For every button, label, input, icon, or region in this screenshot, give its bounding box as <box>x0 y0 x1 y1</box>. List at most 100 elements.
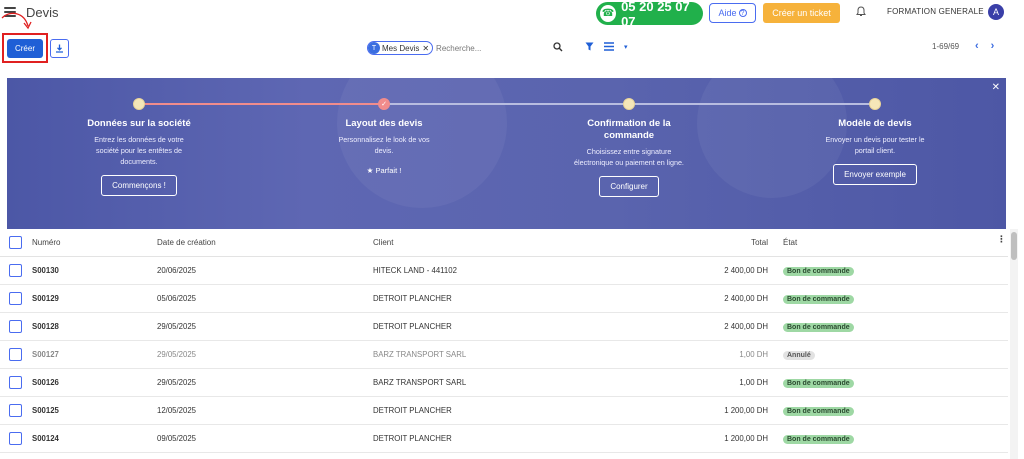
create-ticket-button[interactable]: Créer un ticket <box>763 3 840 23</box>
state-cell: Bon de commande <box>783 434 854 444</box>
client-name: BARZ TRANSPORT SARL <box>373 350 467 359</box>
row-checkbox[interactable] <box>9 404 22 417</box>
client-name: DETROIT PLANCHER <box>373 294 452 303</box>
onboarding-banner: ✕ ✓ Données sur la société Entrez les do… <box>7 78 1006 229</box>
search-facet[interactable]: T Mes Devis ✕ <box>367 41 434 55</box>
top-bar: Devis ☎ 05 20 25 07 07 Aide ? Créer un t… <box>0 0 1024 29</box>
download-button[interactable] <box>50 39 69 58</box>
table-row[interactable]: S00127 29/05/2025 BARZ TRANSPORT SARL 1,00 … <box>0 341 1008 369</box>
chevron-left-icon[interactable]: ‹ <box>975 40 979 52</box>
table-header: Numéro Date de création Client Total Éta… <box>0 229 1008 257</box>
chevron-right-icon[interactable]: › <box>991 40 995 52</box>
status-badge: Annulé <box>783 350 815 360</box>
scrollbar-thumb[interactable] <box>1011 232 1017 260</box>
caret-down-icon[interactable]: ▾ <box>624 43 628 51</box>
quote-number: S00126 <box>32 378 59 387</box>
row-checkbox[interactable] <box>9 292 22 305</box>
step-company-data: Données sur la société Entrez les donnée… <box>54 118 224 196</box>
search-options: ▾ <box>585 42 628 51</box>
client-name: DETROIT PLANCHER <box>373 322 452 331</box>
search-icon[interactable] <box>553 42 563 52</box>
column-header-client[interactable]: Client <box>373 238 393 247</box>
configure-button[interactable]: Configurer <box>599 176 659 197</box>
step-indicator <box>623 98 635 110</box>
scrollbar-track[interactable] <box>1010 229 1018 459</box>
quote-number: S00124 <box>32 434 59 443</box>
search-bar[interactable]: T Mes Devis ✕ Recherche... <box>367 39 567 57</box>
quote-number: S00125 <box>32 406 59 415</box>
step-description: Personnalisez le look de vos devis. <box>338 135 430 155</box>
column-header-total[interactable]: Total <box>751 238 768 247</box>
headset-icon: ☎ <box>600 5 617 22</box>
pager-value[interactable]: 1-69/69 <box>932 42 959 51</box>
bell-icon[interactable] <box>855 6 867 18</box>
state-cell: Annulé <box>783 350 815 360</box>
create-button[interactable]: Créer <box>7 39 43 58</box>
status-badge: Bon de commande <box>783 322 854 332</box>
step-description: Entrez les données de votre société pour… <box>94 135 184 166</box>
row-checkbox[interactable] <box>9 264 22 277</box>
client-name: BARZ TRANSPORT SARL <box>373 378 467 387</box>
pager-arrows: ‹ › <box>975 40 994 52</box>
help-button[interactable]: Aide ? <box>709 3 756 23</box>
support-phone-number: 05 20 25 07 07 <box>621 0 690 29</box>
column-header-number[interactable]: Numéro <box>32 238 60 247</box>
quote-number: S00127 <box>32 350 59 359</box>
close-icon[interactable]: ✕ <box>992 82 1000 93</box>
group-by-icon[interactable] <box>604 42 614 51</box>
total-amount: 2 400,00 DH <box>724 294 768 303</box>
step-indicator <box>133 98 145 110</box>
progress-line-done <box>139 103 384 105</box>
table-row[interactable]: S00126 29/05/2025 BARZ TRANSPORT SARL 1,00 … <box>0 369 1008 397</box>
step-check-icon: ✓ <box>378 98 390 110</box>
client-name: DETROIT PLANCHER <box>373 434 452 443</box>
row-checkbox[interactable] <box>9 432 22 445</box>
client-name: HITECK LAND - 441102 <box>373 266 457 275</box>
table-row[interactable]: S00129 05/06/2025 DETROIT PLANCHER 2 400,00… <box>0 285 1008 313</box>
status-badge: Bon de commande <box>783 266 854 276</box>
support-phone-button[interactable]: ☎ 05 20 25 07 07 <box>596 0 703 29</box>
state-cell: Bon de commande <box>783 266 854 276</box>
status-badge: Bon de commande <box>783 406 854 416</box>
quote-number: S00128 <box>32 322 59 331</box>
question-circle-icon: ? <box>738 9 747 17</box>
step-title: Données sur la société <box>87 118 191 129</box>
row-checkbox[interactable] <box>9 376 22 389</box>
creation-date: 29/05/2025 <box>157 350 197 359</box>
column-header-date[interactable]: Date de création <box>157 238 216 247</box>
lets-start-button[interactable]: Commençons ! <box>101 175 177 196</box>
creation-date: 09/05/2025 <box>157 434 197 443</box>
status-badge: Bon de commande <box>783 294 854 304</box>
status-badge: Bon de commande <box>783 378 854 388</box>
step-title: Confirmation de la commande <box>587 118 671 141</box>
step-order-confirmation: Confirmation de la commande Choisissez e… <box>544 118 714 197</box>
total-amount: 1 200,00 DH <box>724 406 768 415</box>
quote-number: S00129 <box>32 294 59 303</box>
column-options-icon[interactable]: ⋮ <box>997 234 1006 245</box>
state-cell: Bon de commande <box>783 322 854 332</box>
star-icon: ★ <box>366 166 374 175</box>
table-row[interactable]: S00128 29/05/2025 DETROIT PLANCHER 2 400,00… <box>0 313 1008 341</box>
company-switcher[interactable]: FORMATION GENERALE <box>887 7 984 16</box>
column-header-state[interactable]: État <box>783 238 797 247</box>
search-input[interactable]: Recherche... <box>436 44 567 53</box>
search-facet-label: Mes Devis <box>382 43 420 53</box>
row-checkbox[interactable] <box>9 320 22 333</box>
step-description: Choisissez entre signature électronique … <box>574 147 684 167</box>
table-row[interactable]: S00130 20/06/2025 HITECK LAND - 441102 2 40… <box>0 257 1008 285</box>
help-label: Aide <box>718 8 737 18</box>
avatar[interactable]: A <box>988 4 1004 20</box>
table-row[interactable]: S00124 09/05/2025 DETROIT PLANCHER 1 200,00… <box>0 425 1008 453</box>
status-badge: Bon de commande <box>783 434 854 444</box>
creation-date: 05/06/2025 <box>157 294 197 303</box>
row-checkbox[interactable] <box>9 348 22 361</box>
total-amount: 2 400,00 DH <box>724 322 768 331</box>
step-quote-template: Modèle de devis Envoyer un devis pour te… <box>790 118 960 185</box>
send-sample-button[interactable]: Envoyer exemple <box>833 164 917 185</box>
select-all-checkbox[interactable] <box>9 236 22 249</box>
step-title: Modèle de devis <box>838 118 912 129</box>
filter-icon[interactable] <box>585 42 594 51</box>
creation-date: 29/05/2025 <box>157 322 197 331</box>
table-row[interactable]: S00125 12/05/2025 DETROIT PLANCHER 1 200,00… <box>0 397 1008 425</box>
remove-facet-icon[interactable]: ✕ <box>422 44 429 53</box>
